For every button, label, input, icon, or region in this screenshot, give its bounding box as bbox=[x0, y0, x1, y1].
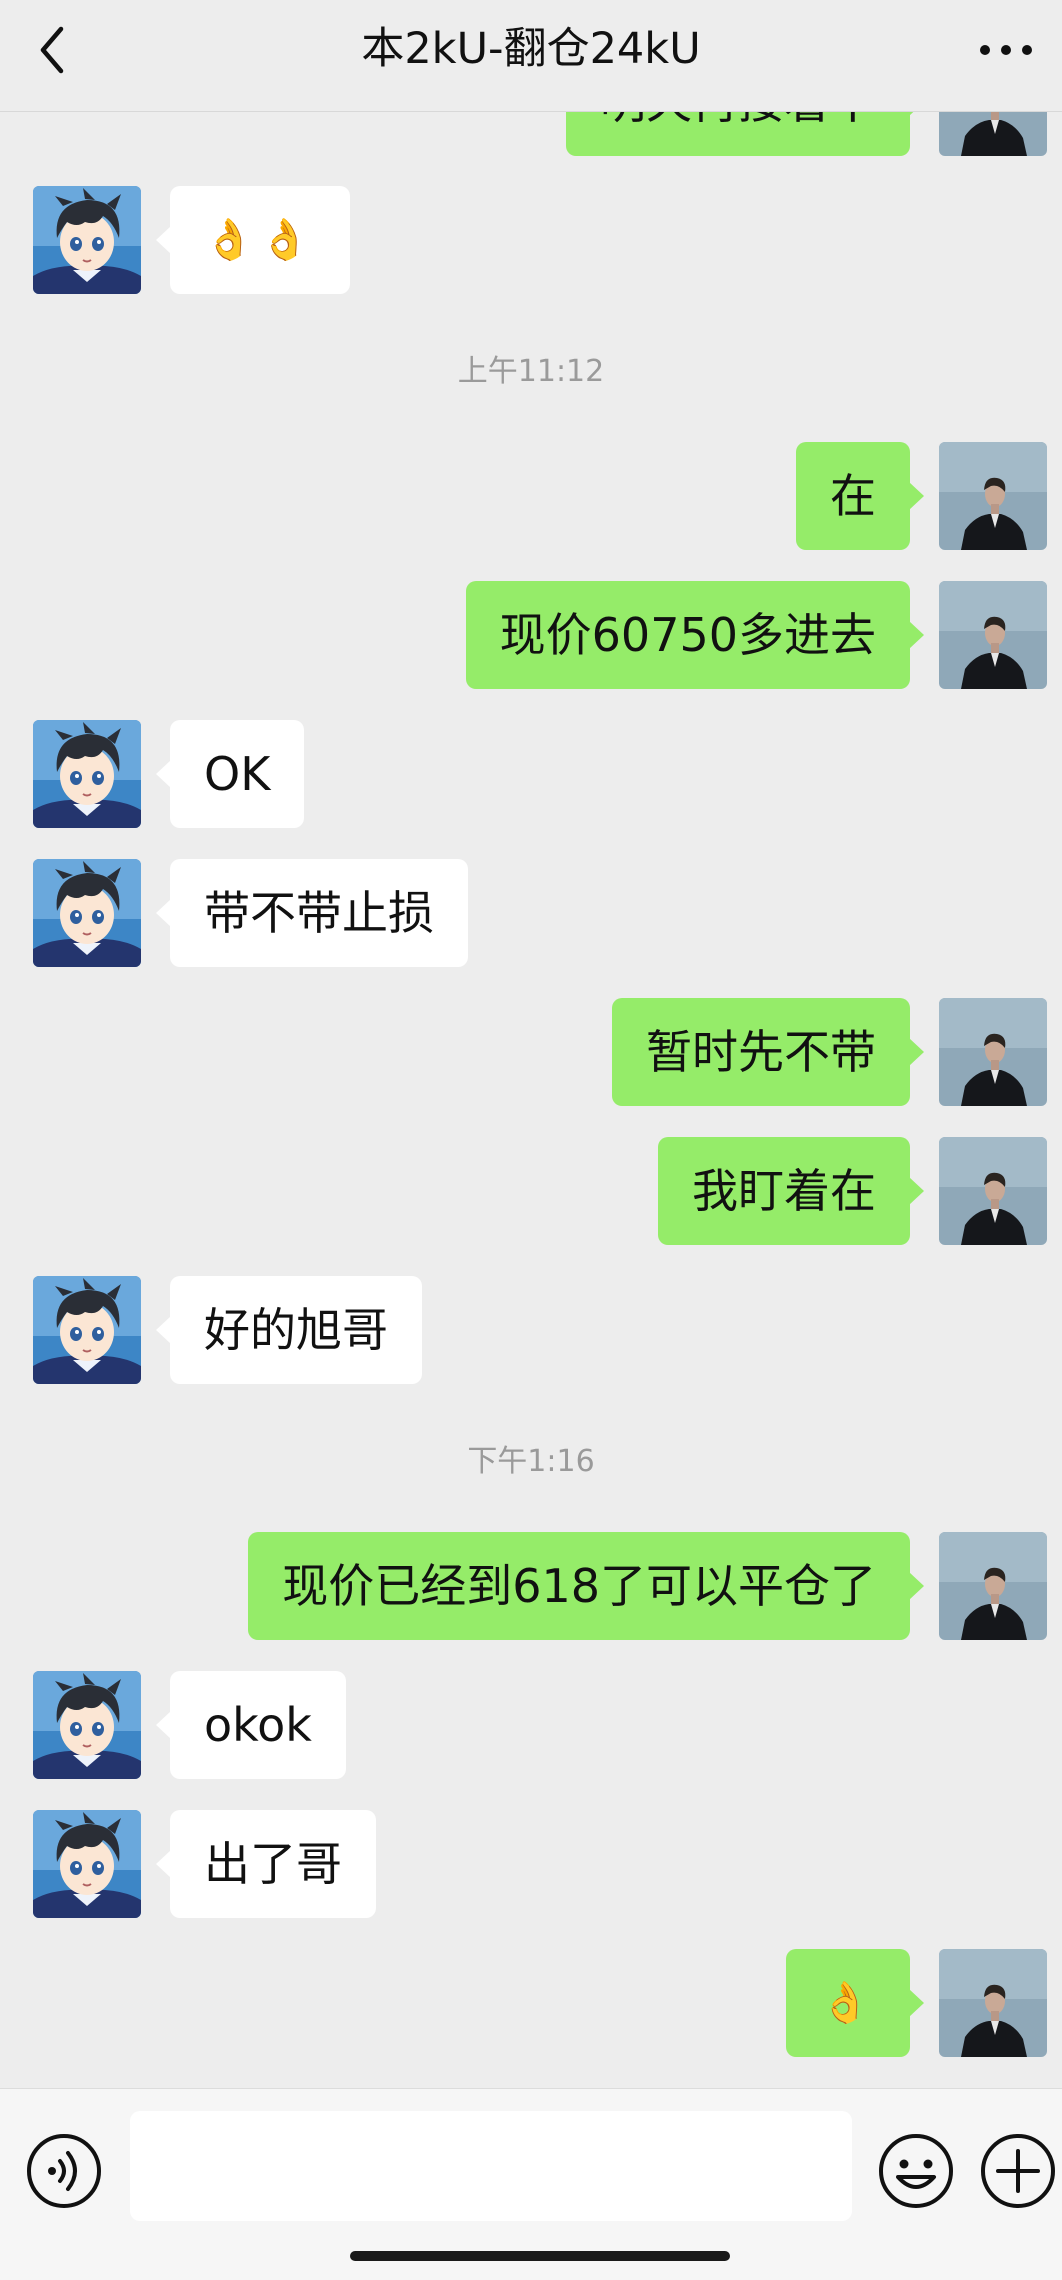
self-avatar[interactable] bbox=[939, 1137, 1047, 1245]
message-bubble-incoming[interactable]: 👌👌 bbox=[156, 186, 350, 294]
message-bubble-outgoing[interactable]: 在 bbox=[796, 442, 924, 550]
message-bubble-outgoing[interactable]: 暂时先不带 bbox=[612, 998, 924, 1106]
self-avatar[interactable] bbox=[939, 581, 1047, 689]
chat-header: 本2kU-翻仓24kU bbox=[0, 0, 1062, 112]
contact-avatar[interactable] bbox=[33, 1810, 141, 1918]
plus-button[interactable] bbox=[978, 2131, 1058, 2211]
contact-avatar[interactable] bbox=[33, 720, 141, 828]
back-button[interactable] bbox=[30, 24, 74, 76]
contact-avatar[interactable] bbox=[33, 1276, 141, 1384]
more-button[interactable] bbox=[970, 24, 1042, 76]
message-bubble-incoming[interactable]: 出了哥 bbox=[156, 1810, 376, 1918]
message-bubble-incoming[interactable]: 好的旭哥 bbox=[156, 1276, 422, 1384]
message-bubble-incoming[interactable]: 带不带止损 bbox=[156, 859, 468, 967]
contact-avatar[interactable] bbox=[33, 1671, 141, 1779]
chat-area: 明天再接着干 👌👌 上午11:12 在 现价60750多进去 OK 带不带止损 … bbox=[0, 0, 1062, 2088]
home-indicator[interactable] bbox=[350, 2251, 730, 2261]
plus-icon bbox=[981, 2134, 1055, 2208]
message-bubble-outgoing[interactable]: 现价已经到618了可以平仓了 bbox=[248, 1532, 924, 1640]
message-bubble-outgoing[interactable]: 现价60750多进去 bbox=[465, 581, 925, 689]
voice-icon bbox=[27, 2134, 101, 2208]
chat-title: 本2kU-翻仓24kU bbox=[361, 24, 701, 74]
self-avatar[interactable] bbox=[939, 998, 1047, 1106]
contact-avatar[interactable] bbox=[33, 186, 141, 294]
smiley-icon bbox=[879, 2134, 953, 2208]
self-avatar[interactable] bbox=[939, 1532, 1047, 1640]
message-input[interactable] bbox=[130, 2111, 852, 2221]
contact-avatar[interactable] bbox=[33, 859, 141, 967]
message-bubble-outgoing[interactable]: 我盯着在 bbox=[658, 1137, 924, 1245]
timestamp: 下午1:16 bbox=[467, 1444, 595, 1479]
message-bubble-incoming[interactable]: okok bbox=[156, 1671, 346, 1779]
message-bubble-outgoing[interactable]: 👌 bbox=[786, 1949, 924, 2057]
self-avatar[interactable] bbox=[939, 1949, 1047, 2057]
emoji-button[interactable] bbox=[876, 2131, 956, 2211]
timestamp: 上午11:12 bbox=[457, 354, 605, 389]
more-dots-icon bbox=[980, 45, 1032, 55]
voice-button[interactable] bbox=[24, 2131, 104, 2211]
message-bubble-incoming[interactable]: OK bbox=[155, 720, 305, 828]
self-avatar[interactable] bbox=[939, 442, 1047, 550]
chevron-left-icon bbox=[40, 26, 64, 74]
input-bar bbox=[0, 2088, 1062, 2280]
